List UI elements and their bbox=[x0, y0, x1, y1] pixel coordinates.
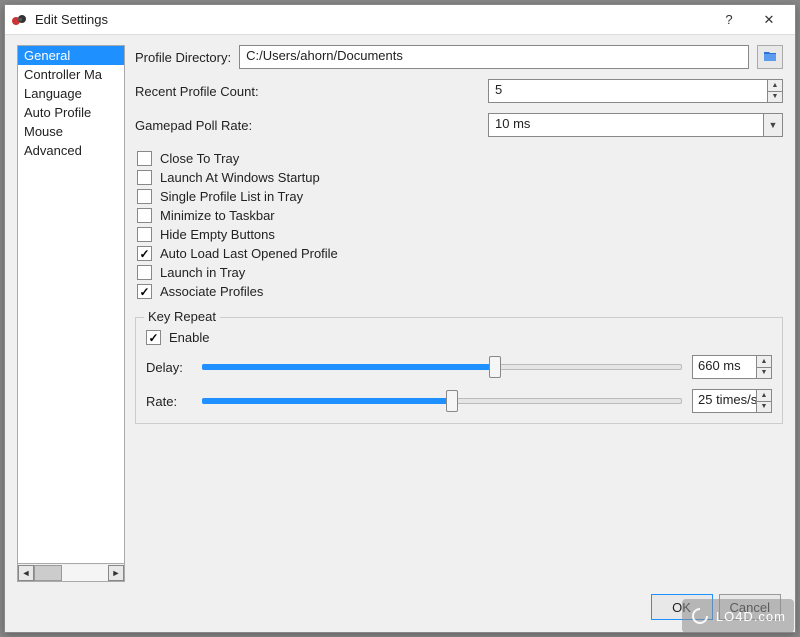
delay-up[interactable]: ▲ bbox=[756, 355, 772, 367]
minimize-to-taskbar-checkbox[interactable] bbox=[137, 208, 152, 223]
launch-in-tray-label: Launch in Tray bbox=[160, 265, 245, 280]
scroll-right-button[interactable]: ► bbox=[108, 565, 124, 581]
recent-profile-count-down[interactable]: ▼ bbox=[767, 91, 783, 104]
launch-at-startup-checkbox[interactable] bbox=[137, 170, 152, 185]
scroll-left-button[interactable]: ◄ bbox=[18, 565, 34, 581]
minimize-to-taskbar-label: Minimize to Taskbar bbox=[160, 208, 275, 223]
key-repeat-enable-checkbox[interactable]: ✓ bbox=[146, 330, 161, 345]
sidebar-item-language[interactable]: Language bbox=[18, 84, 124, 103]
settings-dialog: Edit Settings ? ✕ General Controller Ma … bbox=[4, 4, 796, 633]
profile-directory-label: Profile Directory: bbox=[135, 50, 231, 65]
scroll-thumb[interactable] bbox=[34, 565, 62, 581]
associate-profiles-label: Associate Profiles bbox=[160, 284, 263, 299]
gamepad-poll-rate-dropdown-button[interactable]: ▼ bbox=[763, 113, 783, 137]
profile-directory-input[interactable]: C:/Users/ahorn/Documents bbox=[239, 45, 749, 69]
sidebar-item-advanced[interactable]: Advanced bbox=[18, 141, 124, 160]
single-profile-list-label: Single Profile List in Tray bbox=[160, 189, 303, 204]
ok-button[interactable]: OK bbox=[651, 594, 713, 620]
key-repeat-enable-label: Enable bbox=[169, 330, 209, 345]
checkbox-list: Close To Tray Launch At Windows Startup … bbox=[135, 147, 783, 303]
close-to-tray-label: Close To Tray bbox=[160, 151, 239, 166]
associate-profiles-checkbox[interactable]: ✓ bbox=[137, 284, 152, 299]
rate-value-input[interactable]: 25 times/s bbox=[692, 389, 756, 413]
delay-label: Delay: bbox=[146, 360, 192, 375]
folder-icon bbox=[763, 50, 777, 65]
delay-value-input[interactable]: 660 ms bbox=[692, 355, 756, 379]
hide-empty-buttons-label: Hide Empty Buttons bbox=[160, 227, 275, 242]
rate-slider-thumb[interactable] bbox=[446, 390, 458, 412]
launch-in-tray-checkbox[interactable] bbox=[137, 265, 152, 280]
scroll-track[interactable] bbox=[34, 565, 108, 581]
launch-at-startup-label: Launch At Windows Startup bbox=[160, 170, 320, 185]
category-sidebar: General Controller Ma Language Auto Prof… bbox=[17, 45, 125, 582]
hide-empty-buttons-checkbox[interactable] bbox=[137, 227, 152, 242]
delay-down[interactable]: ▼ bbox=[756, 367, 772, 380]
rate-slider[interactable] bbox=[202, 391, 682, 411]
gamepad-poll-rate-label: Gamepad Poll Rate: bbox=[135, 118, 305, 133]
browse-directory-button[interactable] bbox=[757, 45, 783, 69]
close-button[interactable]: ✕ bbox=[749, 6, 789, 34]
auto-load-last-profile-label: Auto Load Last Opened Profile bbox=[160, 246, 338, 261]
cancel-button[interactable]: Cancel bbox=[719, 594, 781, 620]
general-settings-panel: Profile Directory: C:/Users/ahorn/Docume… bbox=[135, 45, 783, 582]
app-icon bbox=[11, 12, 27, 28]
rate-down[interactable]: ▼ bbox=[756, 401, 772, 414]
delay-slider-thumb[interactable] bbox=[489, 356, 501, 378]
sidebar-item-general[interactable]: General bbox=[18, 46, 124, 65]
help-button[interactable]: ? bbox=[709, 6, 749, 34]
category-list[interactable]: General Controller Ma Language Auto Prof… bbox=[17, 45, 125, 564]
key-repeat-group: Key Repeat ✓ Enable Delay: 660 ms bbox=[135, 317, 783, 424]
sidebar-item-auto-profile[interactable]: Auto Profile bbox=[18, 103, 124, 122]
rate-up[interactable]: ▲ bbox=[756, 389, 772, 401]
key-repeat-title: Key Repeat bbox=[144, 309, 220, 324]
sidebar-item-mouse[interactable]: Mouse bbox=[18, 122, 124, 141]
recent-profile-count-up[interactable]: ▲ bbox=[767, 79, 783, 91]
close-to-tray-checkbox[interactable] bbox=[137, 151, 152, 166]
recent-profile-count-input[interactable]: 5 bbox=[488, 79, 767, 103]
single-profile-list-checkbox[interactable] bbox=[137, 189, 152, 204]
recent-profile-count-label: Recent Profile Count: bbox=[135, 84, 305, 99]
delay-slider[interactable] bbox=[202, 357, 682, 377]
sidebar-item-controller-mappings[interactable]: Controller Ma bbox=[18, 65, 124, 84]
auto-load-last-profile-checkbox[interactable]: ✓ bbox=[137, 246, 152, 261]
sidebar-horizontal-scrollbar[interactable]: ◄ ► bbox=[17, 564, 125, 582]
window-title: Edit Settings bbox=[35, 12, 709, 27]
rate-label: Rate: bbox=[146, 394, 192, 409]
gamepad-poll-rate-select[interactable]: 10 ms bbox=[488, 113, 763, 137]
titlebar: Edit Settings ? ✕ bbox=[5, 5, 795, 35]
dialog-footer: OK Cancel bbox=[5, 582, 795, 632]
